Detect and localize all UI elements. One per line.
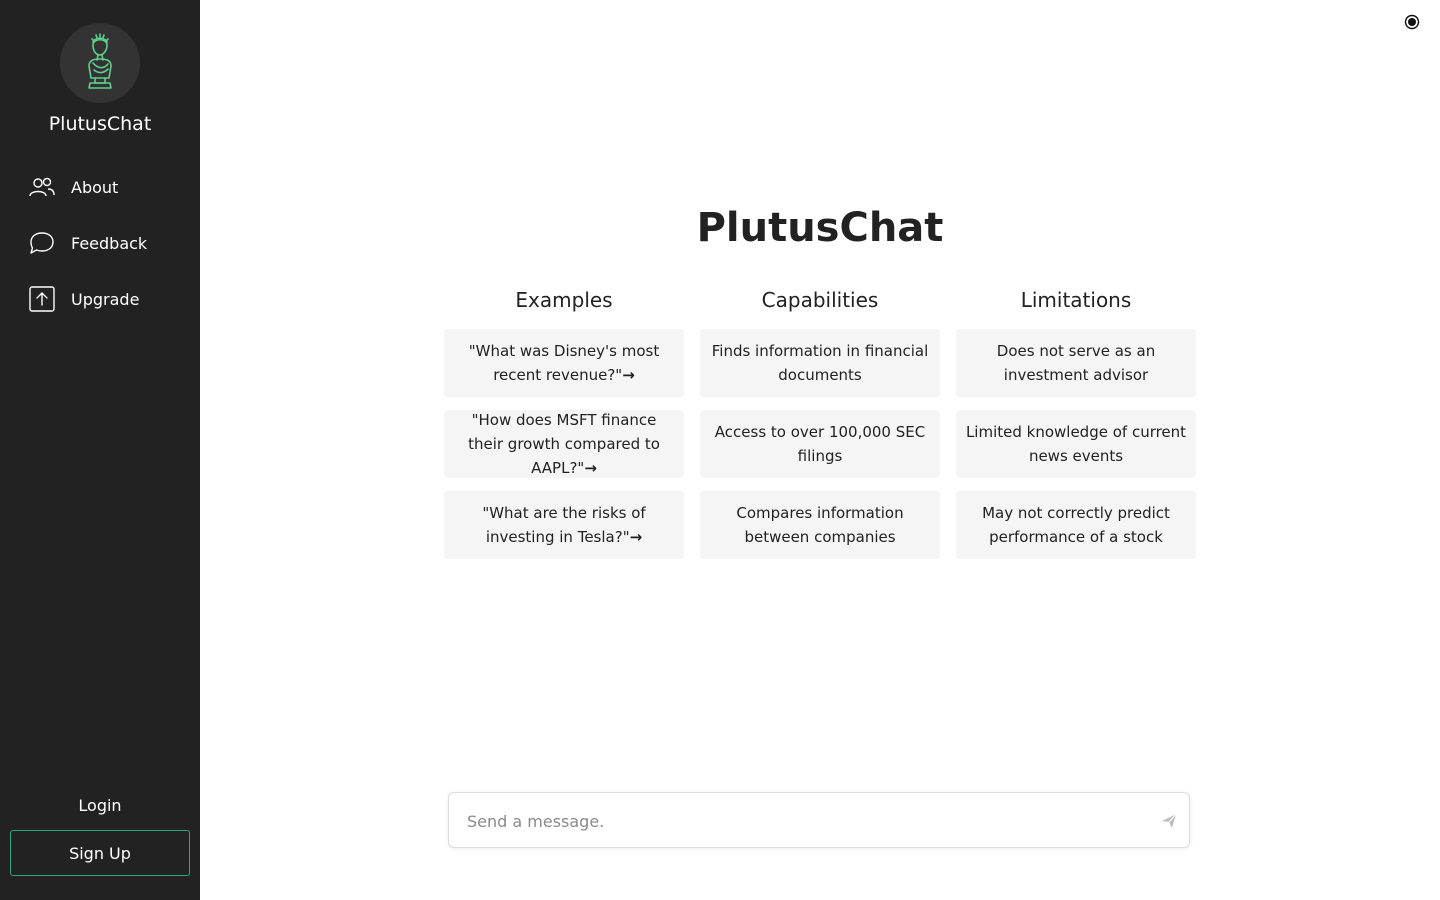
message-input[interactable]	[465, 807, 1139, 835]
example-card[interactable]: "What are the risks of investing in Tesl…	[444, 491, 684, 559]
statue-bust-icon	[60, 23, 140, 103]
examples-column: Examples "What was Disney's most recent …	[444, 285, 684, 572]
limitation-card: May not correctly predict performance of…	[956, 491, 1196, 559]
theme-toggle-icon[interactable]	[1402, 12, 1422, 32]
example-card[interactable]: "What was Disney's most recent revenue?"…	[444, 329, 684, 397]
arrow-right-icon: →	[629, 528, 643, 546]
page-title: PlutusChat	[696, 205, 944, 251]
upload-box-icon	[28, 285, 56, 313]
limitations-column: Limitations Does not serve as an investm…	[956, 285, 1196, 572]
example-text: "What are the risks of investing in Tesl…	[482, 504, 646, 546]
chat-bubble-icon	[28, 229, 56, 257]
arrow-right-icon: →	[584, 459, 597, 477]
sidebar-item-label: About	[71, 177, 119, 197]
capability-card: Finds information in financial documents	[700, 329, 940, 397]
column-title: Capabilities	[761, 288, 879, 312]
capabilities-column: Capabilities Finds information in financ…	[700, 285, 940, 572]
sidebar-item-label: Feedback	[71, 233, 148, 253]
arrow-right-icon: →	[622, 366, 635, 384]
limitation-card: Limited knowledge of current news events	[956, 410, 1196, 478]
login-button[interactable]: Login	[0, 796, 200, 815]
sidebar-item-label: Upgrade	[71, 289, 140, 309]
example-card[interactable]: "How does MSFT finance their growth comp…	[444, 410, 684, 478]
sidebar-item-upgrade[interactable]: Upgrade	[28, 283, 188, 315]
send-icon[interactable]	[1159, 811, 1179, 831]
column-title: Examples	[515, 288, 613, 312]
brand-name: PlutusChat	[48, 113, 152, 135]
capability-card: Access to over 100,000 SEC filings	[700, 410, 940, 478]
limitation-card: Does not serve as an investment advisor	[956, 329, 1196, 397]
capability-card: Compares information between companies	[700, 491, 940, 559]
signup-button[interactable]: Sign Up	[10, 830, 190, 876]
column-title: Limitations	[1020, 288, 1132, 312]
example-text: "How does MSFT finance their growth comp…	[468, 411, 660, 477]
sidebar-item-about[interactable]: About	[28, 171, 188, 203]
users-icon	[28, 173, 56, 201]
sidebar: PlutusChat About Feedback Upgrade Login …	[0, 0, 200, 900]
sidebar-item-feedback[interactable]: Feedback	[28, 227, 188, 259]
message-composer	[448, 792, 1190, 848]
